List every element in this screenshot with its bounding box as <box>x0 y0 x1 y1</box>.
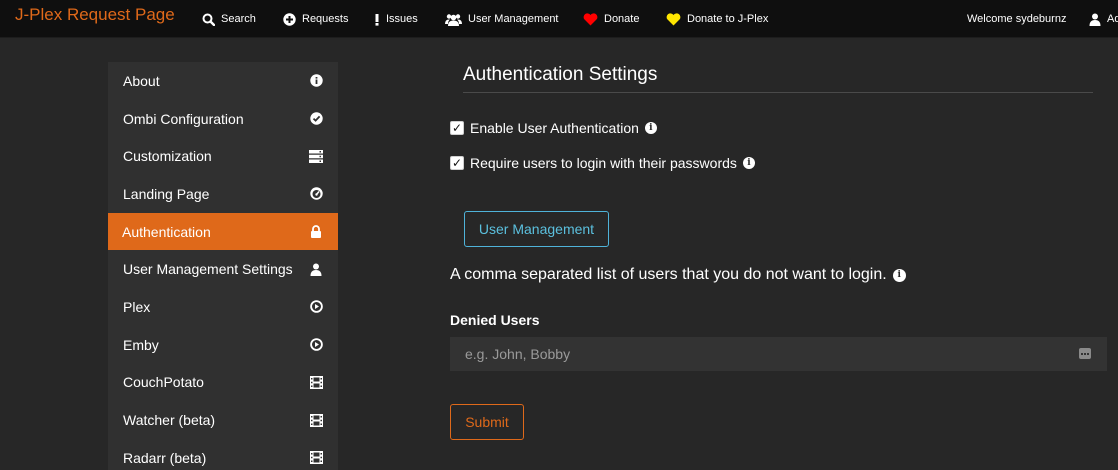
welcome-text[interactable]: Welcome sydeburnz <box>967 11 1066 27</box>
sidebar-item-couchpotato[interactable]: CouchPotato <box>108 364 338 402</box>
denied-users-field-wrapper <box>450 337 1107 371</box>
check-circle-icon <box>309 112 323 126</box>
film-icon <box>309 451 323 465</box>
sidebar-item-label: Customization <box>123 148 212 165</box>
require-password-label[interactable]: Require users to login with their passwo… <box>470 155 737 171</box>
nav-search-label: Search <box>221 13 256 25</box>
search-icon <box>202 13 215 26</box>
lock-icon <box>309 225 323 239</box>
submit-button[interactable]: Submit <box>450 404 524 440</box>
denied-users-description: A comma separated list of users that you… <box>450 266 906 284</box>
user-management-button[interactable]: User Management <box>464 211 609 247</box>
nav-requests[interactable]: Requests <box>283 11 348 27</box>
enable-auth-row: ✓ Enable User Authentication i <box>450 120 657 136</box>
sidebar-item-label: CouchPotato <box>123 374 204 391</box>
sidebar-item-customization[interactable]: Customization <box>108 137 338 175</box>
sidebar-item-label: Emby <box>123 336 159 353</box>
nav-issues[interactable]: Issues <box>374 11 418 27</box>
film-icon <box>309 375 323 389</box>
sidebar-item-landing-page[interactable]: Landing Page <box>108 175 338 213</box>
heart-icon <box>666 12 681 26</box>
sidebar-item-about[interactable]: About <box>108 62 338 100</box>
sidebar-item-label: Landing Page <box>123 185 210 202</box>
top-navbar: J-Plex Request Page Search Requests Issu… <box>0 0 1118 38</box>
nav-donate-jplex-label: Donate to J-Plex <box>687 13 769 25</box>
sidebar-item-radarr[interactable]: Radarr (beta) <box>108 439 338 470</box>
nav-requests-label: Requests <box>302 13 349 25</box>
page-title: Authentication Settings <box>463 64 1093 93</box>
enable-auth-checkbox[interactable]: ✓ <box>450 121 464 135</box>
nav-admin[interactable]: Ad <box>1089 11 1118 27</box>
nav-donate-jplex[interactable]: Donate to J-Plex <box>666 11 768 27</box>
sidebar-item-user-management-settings[interactable]: User Management Settings <box>108 250 338 288</box>
info-icon[interactable]: i <box>892 268 906 282</box>
nav-user-management-label: User Management <box>468 13 559 25</box>
denied-users-input[interactable] <box>450 337 1107 371</box>
sidebar-item-ombi-configuration[interactable]: Ombi Configuration <box>108 100 338 138</box>
require-password-checkbox[interactable]: ✓ <box>450 156 464 170</box>
users-icon <box>445 13 462 26</box>
nav-user-management[interactable]: User Management <box>445 11 559 27</box>
film-icon <box>309 413 323 427</box>
description-text: A comma separated list of users that you… <box>450 266 887 283</box>
more-dots-icon[interactable] <box>1079 348 1091 359</box>
sidebar-item-label: Radarr (beta) <box>123 449 207 466</box>
settings-sidebar: About Ombi Configuration Customization L… <box>108 62 338 470</box>
denied-users-label: Denied Users <box>450 312 540 328</box>
nav-donate-label: Donate <box>604 13 640 25</box>
sidebar-item-label: Authentication <box>122 223 211 240</box>
plus-circle-icon <box>283 12 296 26</box>
nav-search[interactable]: Search <box>202 11 256 27</box>
nav-issues-label: Issues <box>386 13 418 25</box>
sidebar-item-authentication[interactable]: Authentication <box>108 212 338 251</box>
sidebar-item-label: Ombi Configuration <box>123 110 244 127</box>
sidebar-item-label: User Management Settings <box>123 261 293 278</box>
dashboard-icon <box>309 187 323 201</box>
sidebar-item-label: Plex <box>123 298 151 315</box>
play-circle-icon <box>309 300 323 314</box>
info-icon[interactable]: i <box>644 122 657 134</box>
sidebar-item-emby[interactable]: Emby <box>108 326 338 364</box>
heart-icon <box>583 12 598 26</box>
sidebar-item-plex[interactable]: Plex <box>108 288 338 326</box>
sidebar-item-watcher[interactable]: Watcher (beta) <box>108 401 338 439</box>
user-icon <box>309 262 323 276</box>
info-circle-icon <box>309 74 323 88</box>
exclamation-icon <box>374 13 380 26</box>
brand-title[interactable]: J-Plex Request Page <box>15 5 175 25</box>
nav-admin-label: Ad <box>1107 13 1118 25</box>
require-password-row: ✓ Require users to login with their pass… <box>450 155 755 171</box>
sidebar-item-label: Watcher (beta) <box>123 412 216 429</box>
user-icon <box>1089 13 1101 26</box>
info-icon[interactable]: i <box>742 157 755 169</box>
nav-donate[interactable]: Donate <box>583 11 639 27</box>
server-icon <box>309 149 323 163</box>
play-circle-icon <box>309 338 323 352</box>
enable-auth-label[interactable]: Enable User Authentication <box>470 120 639 136</box>
sidebar-item-label: About <box>123 72 160 89</box>
